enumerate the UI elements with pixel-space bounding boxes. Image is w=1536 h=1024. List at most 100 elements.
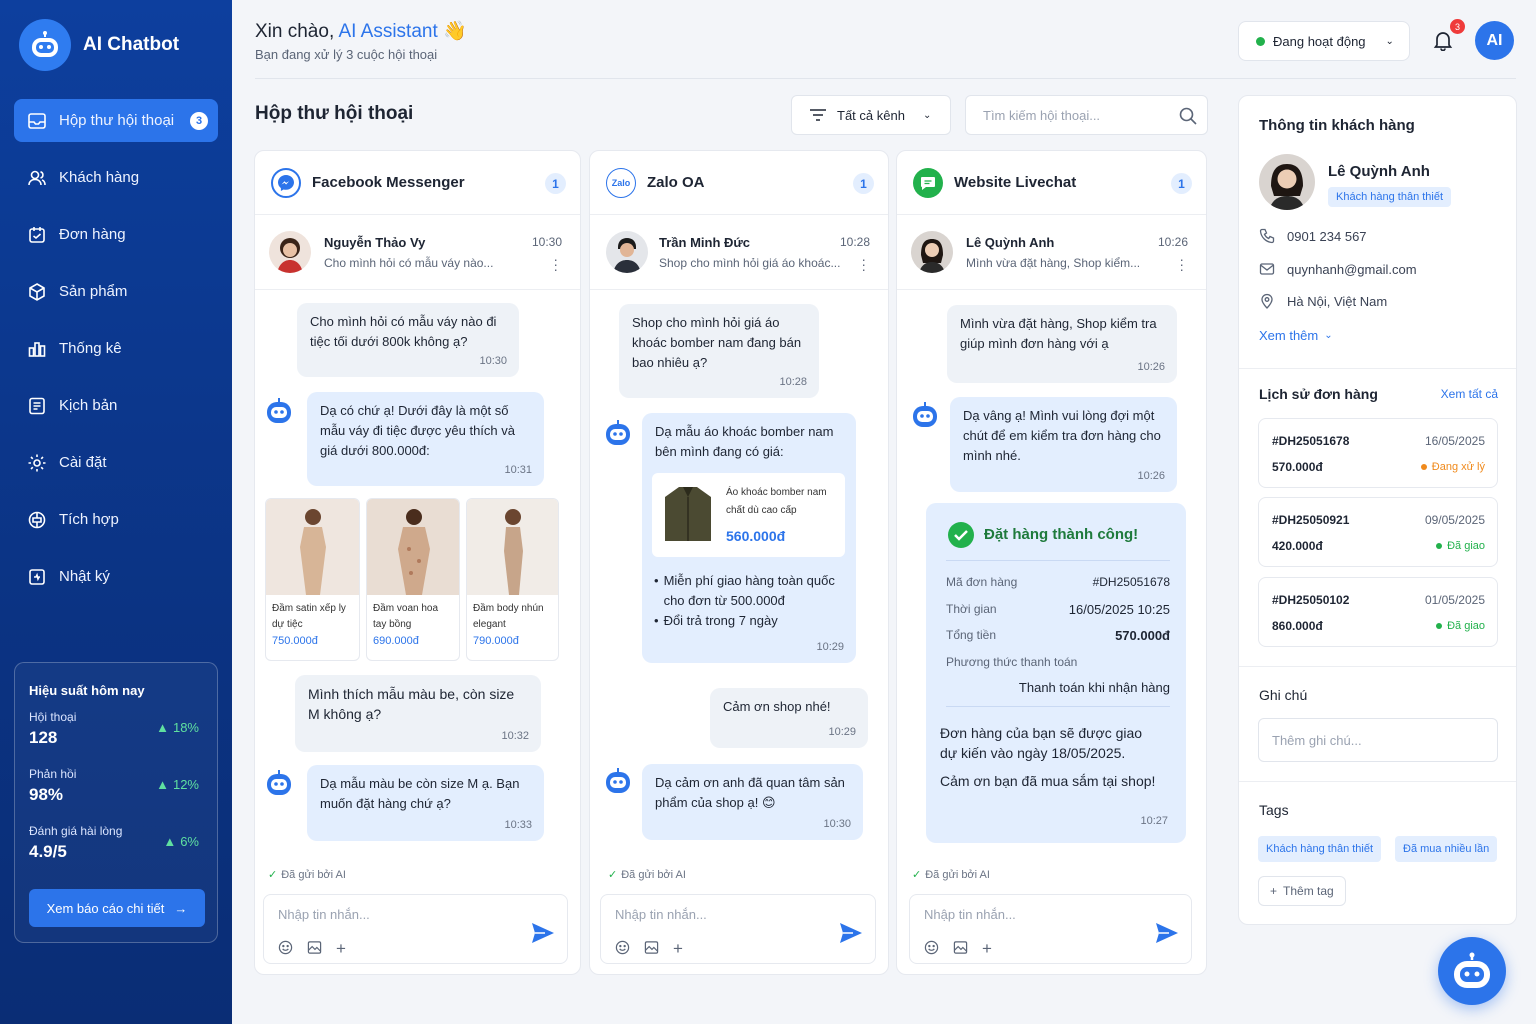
more-vertical-icon[interactable]: · · · [553,252,558,276]
message-input[interactable] [924,907,1144,922]
order-item[interactable]: #DH25050102 01/05/2025 860.000đ Đã giao [1258,577,1498,647]
order-status-text: Đã giao [1447,540,1485,552]
metric-value: 98% [29,785,64,804]
check-icon: ✓ [912,869,922,881]
sent-by-ai-label: ✓ Đã gửi bởi AI [608,868,686,882]
benefit-text: Miễn phí giao hàng toàn quốc cho đơn từ … [663,573,835,608]
product-card[interactable]: Đầm satin xếp ly dự tiệc 750.000đ [265,498,360,661]
emoji-icon[interactable] [615,940,630,958]
product-card[interactable]: Áo khoác bomber nam chất dù cao cấp 560.… [652,473,845,557]
product-card[interactable]: Đầm body nhún elegant 790.000đ [466,498,559,661]
message-input[interactable] [615,907,835,922]
conversation-search [965,95,1208,135]
performance-row: Đánh giá hài lòng 4.9/5 ▲ 6% [29,812,203,869]
customer-avatar [606,231,648,273]
order-id: #DH25050921 [1272,513,1350,527]
send-icon[interactable] [1155,922,1179,944]
tags-title: Tags [1259,802,1289,818]
sent-by-ai-label: ✓ Đã gửi bởi AI [912,868,990,882]
sidebar-item-label: Sản phẩm [59,283,128,300]
mail-icon [1259,263,1275,275]
order-status: Đã giao [1436,540,1485,552]
channel-header: Facebook Messenger 1 [255,151,580,215]
sidebar-item-inbox[interactable]: Hộp thư hội thoại 3 [14,99,218,142]
orders-icon [29,226,45,243]
product-image [467,499,558,595]
message-customer: Cảm ơn shop nhé! 10:29 [710,688,868,748]
bullet-icon: • [654,573,659,588]
notification-bell-icon[interactable] [1432,29,1454,54]
performance-card: Hiệu suất hôm nay Hội thoại 128 ▲ 18% Phả… [14,662,218,943]
sidebar-item-customers[interactable]: Khách hàng [14,156,218,199]
app-logo[interactable]: AI Chatbot [19,19,179,71]
send-icon[interactable] [531,922,555,944]
integration-icon [28,511,46,528]
conversation-item[interactable]: Nguyễn Thảo Vy Cho mình hỏi có mẫu váy n… [255,215,580,290]
smile-emoji-icon: 😊 [761,795,776,810]
search-input[interactable] [966,96,1166,134]
message-time: 10:26 [1137,361,1165,373]
order-item[interactable]: #DH25051678 16/05/2025 570.000đ Đang xử … [1258,418,1498,488]
emoji-icon[interactable] [278,940,293,958]
sidebar-item-settings[interactable]: Cài đặt [14,441,218,484]
message-input[interactable] [278,907,498,922]
user-avatar[interactable]: AI [1475,21,1514,60]
product-name: Đầm satin xếp ly dự tiệc [272,603,346,630]
customer-avatar [269,231,311,273]
metric-delta-value: 6% [180,834,199,849]
sidebar-item-orders[interactable]: Đơn hàng [14,213,218,256]
plus-icon[interactable]: + [673,939,683,959]
view-report-button[interactable]: Xem báo cáo chi tiết → [29,889,205,927]
plus-icon[interactable]: + [336,939,346,959]
add-tag-button[interactable]: + Thêm tag [1258,876,1346,906]
emoji-icon[interactable] [924,940,939,958]
sent-by-ai-text: Đã gửi bởi AI [925,868,990,881]
messenger-icon [271,167,301,198]
metric-delta-value: 18% [172,720,199,735]
bullet-icon: • [654,613,659,628]
status-dropdown[interactable]: Đang hoạt động ⌄ [1238,21,1410,61]
thanks-message: Cảm ơn bạn đã mua sắm tại shop! [940,773,1156,789]
order-item[interactable]: #DH25050921 09/05/2025 420.000đ Đã giao [1258,497,1498,567]
metric-label: Phản hồi [29,767,77,781]
more-vertical-icon[interactable]: · · · [1179,252,1184,276]
metric-delta: ▲ 12% [156,777,199,792]
chatbot-fab-button[interactable] [1438,937,1506,1005]
customer-tag[interactable]: Đã mua nhiều lần [1395,836,1498,862]
divider [946,560,1170,561]
filter-icon [810,109,826,121]
message-text: Dạ vâng ạ! Mình vui lòng đợi một chút để… [963,408,1161,463]
view-report-label: Xem báo cáo chi tiết [46,900,165,916]
order-success-card: Đặt hàng thành công! Mã đơn hàng #DH25051… [926,503,1186,843]
product-name: Đầm body nhún elegant [473,603,544,630]
order-detail-row: Tổng tiền 570.000đ [946,628,1170,643]
benefit-list: • Miễn phí giao hàng toàn quốc cho đơn từ… [654,571,849,631]
sidebar-item-integrations[interactable]: Tích hợp [14,498,218,541]
plus-icon[interactable]: + [982,939,992,959]
image-icon[interactable] [307,940,322,958]
more-vertical-icon[interactable]: · · · [861,252,866,276]
note-input[interactable] [1259,719,1479,761]
sidebar-item-scripts[interactable]: Kịch bản [14,384,218,427]
customer-tag[interactable]: Khách hàng thân thiết [1258,836,1382,862]
view-more-link[interactable]: Xem thêm ⌄ [1259,328,1333,343]
delivery-message: Đơn hàng của bạn sẽ được giao dự kiến và… [940,725,1143,761]
send-icon[interactable] [839,922,863,944]
order-date: 01/05/2025 [1424,593,1485,607]
search-icon[interactable] [1179,107,1197,125]
users-icon [28,170,46,185]
order-amount: 570.000đ [1272,460,1323,474]
sidebar-item-products[interactable]: Sản phẩm [14,270,218,313]
product-card[interactable]: Đầm voan hoa tay bồng 690.000đ [366,498,460,661]
channel-filter-dropdown[interactable]: Tất cả kênh ⌄ [791,95,951,135]
image-icon[interactable] [953,940,968,958]
order-status: Đang xử lý [1420,461,1485,473]
view-all-orders-link[interactable]: Xem tất cả [1441,387,1498,401]
conversation-item[interactable]: Trần Minh Đức Shop cho mình hỏi giá áo k… [590,215,888,290]
image-icon[interactable] [644,940,659,958]
order-status-text: Đã giao [1447,620,1485,632]
sidebar-item-logs[interactable]: Nhật ký [14,555,218,598]
sidebar-item-stats[interactable]: Thống kê [14,327,218,370]
note-field [1258,718,1498,762]
conversation-item[interactable]: Lê Quỳnh Anh Mình vừa đặt hàng, Shop kiể… [897,215,1206,290]
